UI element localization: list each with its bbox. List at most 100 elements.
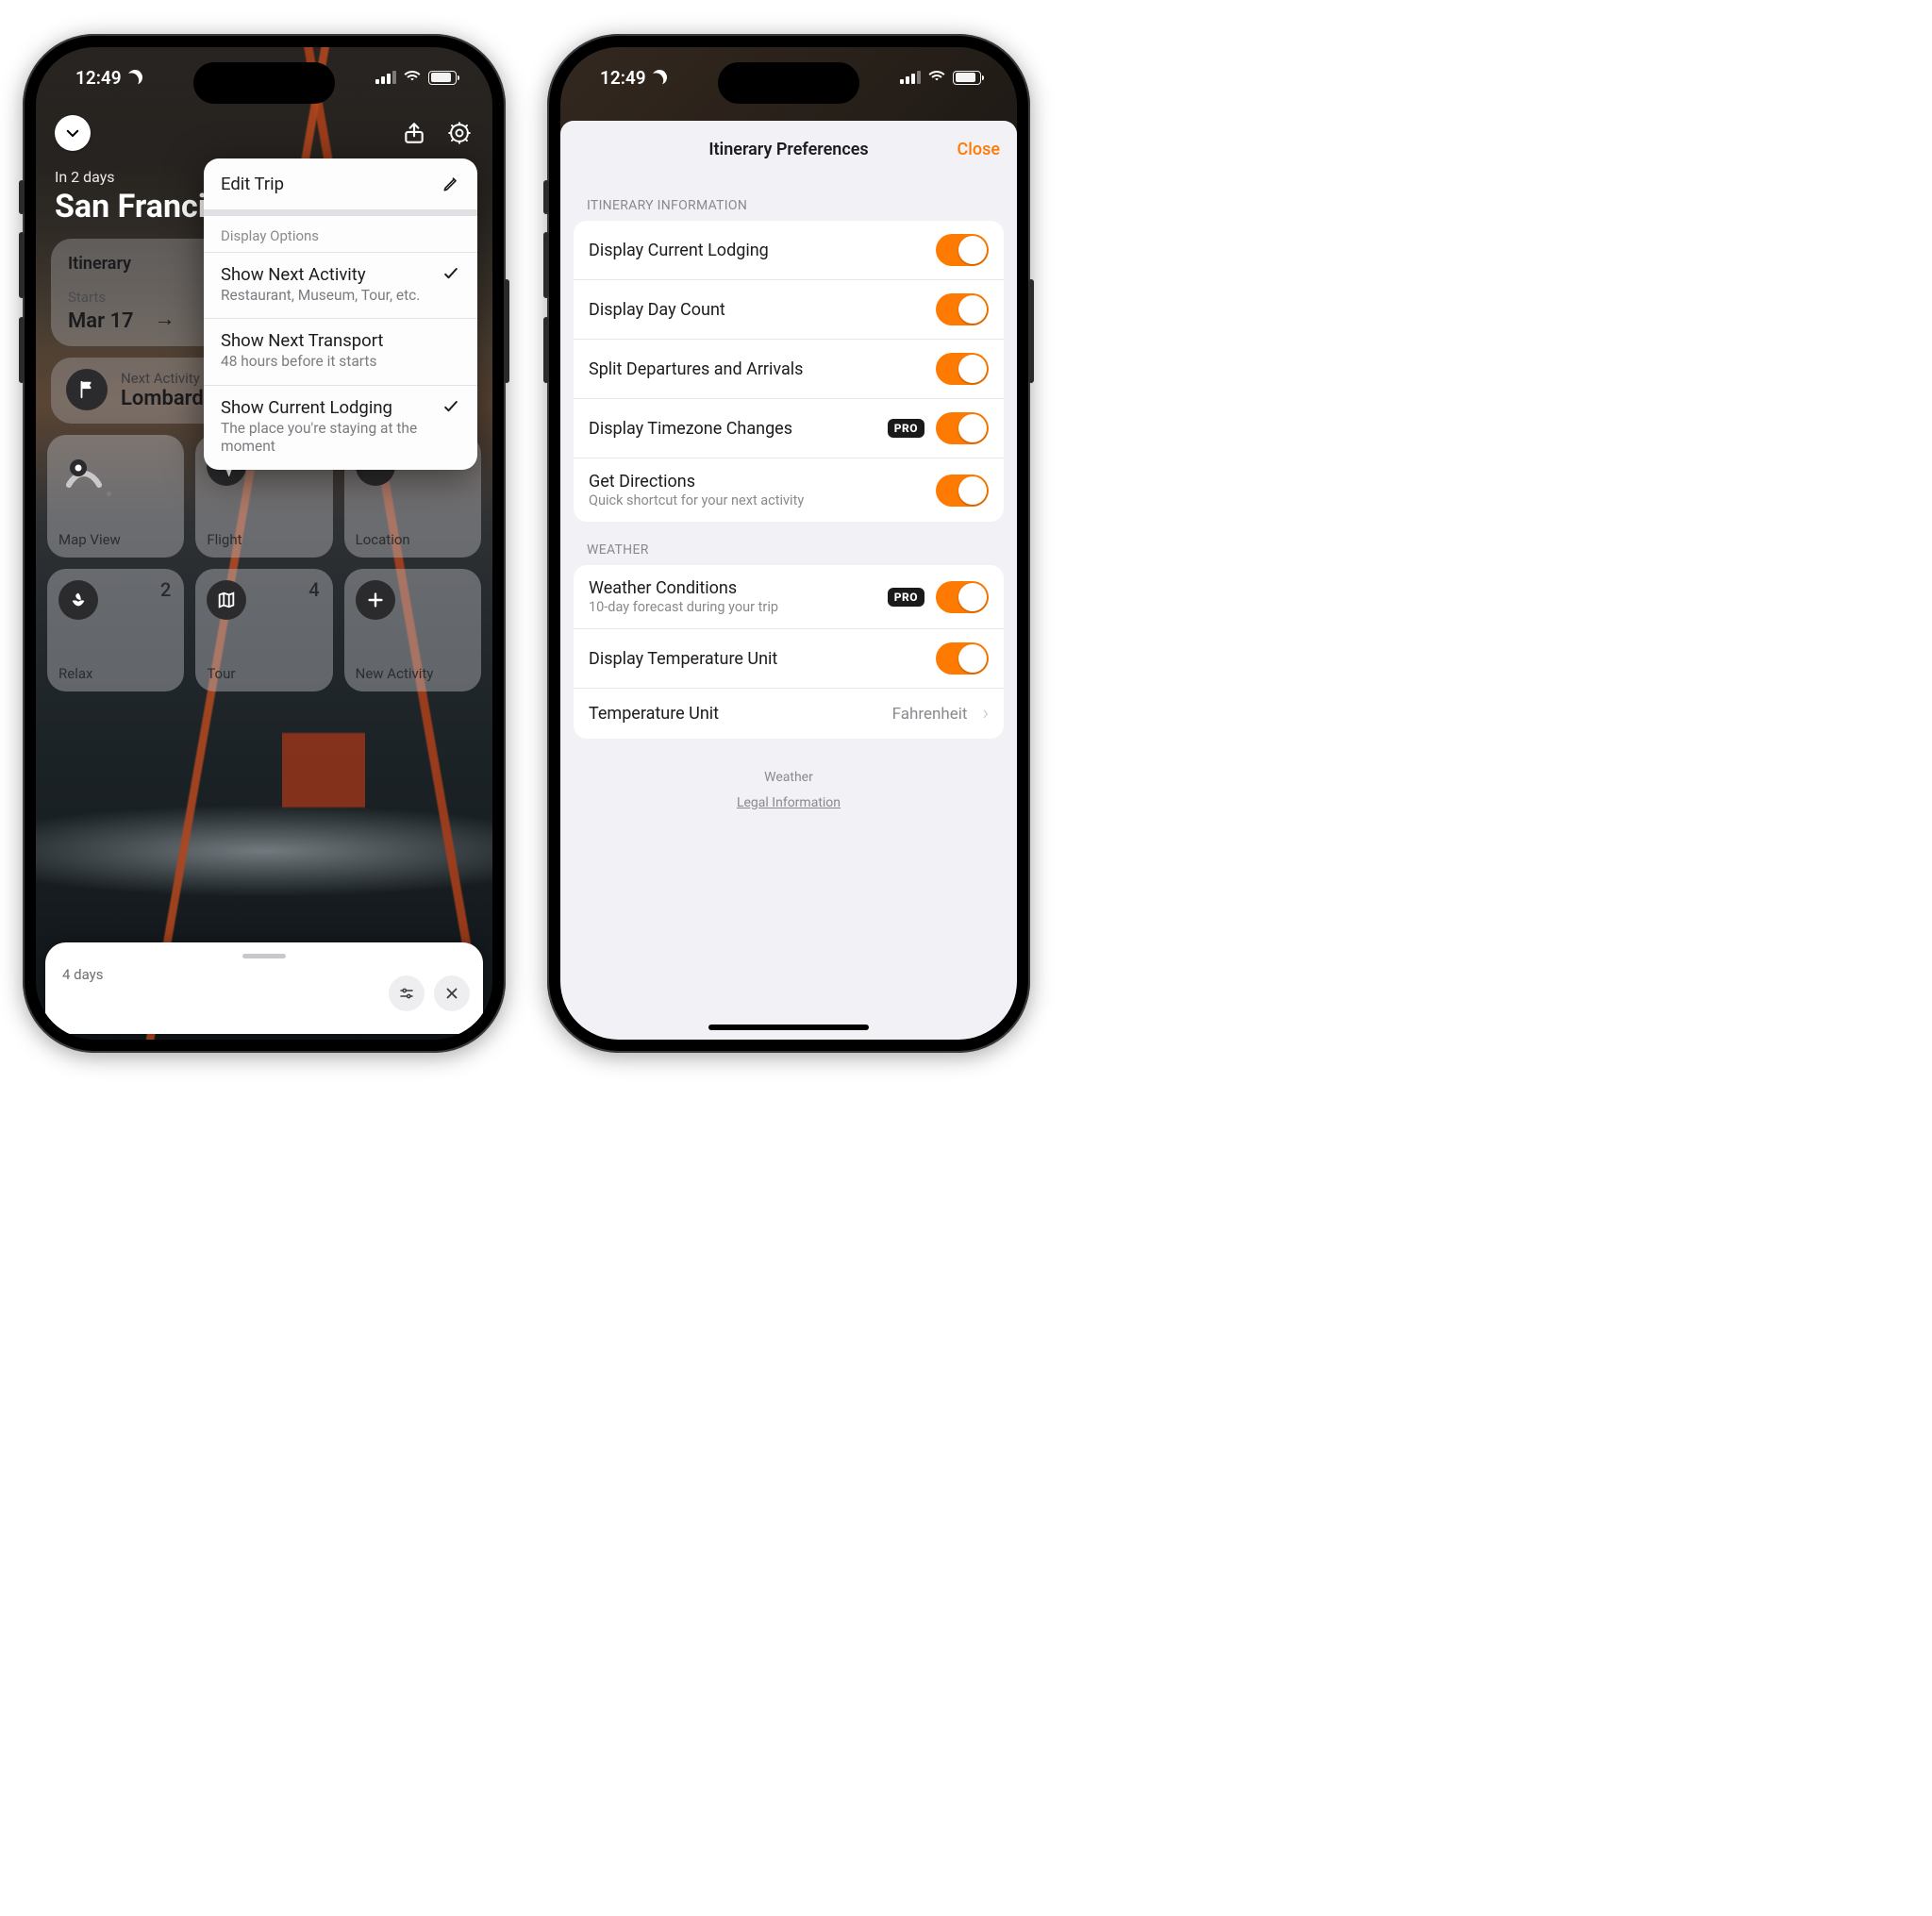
tile-label: Map View [58,531,173,548]
starts-value: Mar 17 [68,309,134,333]
dynamic-island [718,62,859,104]
toggle-switch[interactable] [936,412,989,444]
map-icon [207,580,246,620]
starts-label: Starts [68,289,134,306]
toggle-switch[interactable] [936,353,989,385]
dynamic-island [193,62,335,104]
menu-item-title: Show Next Activity [221,264,428,285]
pref-label: Get Directions [589,472,924,491]
toggle-switch[interactable] [936,234,989,266]
tile-label: Relax [58,665,173,682]
tile-relax[interactable]: 2 Relax [47,569,184,691]
tile-label: Location [356,531,470,548]
pref-display-day-count[interactable]: Display Day Count [574,279,1004,339]
pencil-icon [441,175,460,193]
gear-icon [447,121,472,145]
pref-display-timezone-changes[interactable]: Display Timezone Changes PRO [574,398,1004,458]
toggle-switch[interactable] [936,293,989,325]
menu-section-header: Display Options [204,216,477,252]
sheet-title: Itinerary Preferences [708,140,868,159]
tile-count: 2 [160,578,171,601]
device-right: 12:49 Itinerary Preferences Close Itiner… [547,34,1030,1053]
checkmark-icon [441,264,460,283]
menu-item-subtitle: Restaurant, Museum, Tour, etc. [221,287,428,305]
menu-item-edit-trip[interactable]: Edit Trip [204,158,477,209]
pref-split-departures-arrivals[interactable]: Split Departures and Arrivals [574,339,1004,398]
arrow-right-icon: → [155,307,175,333]
bottom-sheet[interactable]: 4 days Itinerary [45,942,483,1034]
activity-tiles: Map View Flight 4 Location 2 Relax 4 Tou… [47,435,481,691]
pro-badge: PRO [888,588,924,607]
flag-pin-icon [66,369,108,410]
chevron-right-icon: › [982,702,989,725]
device-left: 12:49 In 2 days San [23,34,506,1053]
list-weather: Weather Conditions 10-day forecast durin… [574,565,1004,739]
pref-label: Display Current Lodging [589,241,924,260]
home-indicator[interactable] [184,1025,344,1030]
pref-display-temperature-unit[interactable]: Display Temperature Unit [574,628,1004,688]
dnd-moon-icon [649,67,670,88]
close-sheet-button[interactable] [434,975,470,1011]
wifi-icon [403,71,422,84]
preferences-sheet: Itinerary Preferences Close Itinerary In… [560,121,1017,1040]
map-pin-icon [58,446,109,497]
pref-label: Split Departures and Arrivals [589,359,924,379]
menu-item-show-next-transport[interactable]: Show Next Transport 48 hours before it s… [204,318,477,384]
pref-value: Fahrenheit [892,705,968,724]
menu-item-label: Edit Trip [221,174,284,194]
battery-icon [428,71,457,85]
pref-weather-conditions[interactable]: Weather Conditions 10-day forecast durin… [574,565,1004,628]
tile-label: Flight [207,531,321,548]
tile-label: New Activity [356,665,470,682]
home-indicator[interactable] [708,1025,869,1030]
pref-label: Weather Conditions [589,578,876,598]
legal-information-link[interactable]: Legal Information [560,791,1017,816]
menu-item-title: Show Next Transport [221,330,428,351]
tile-tour[interactable]: 4 Tour [195,569,332,691]
pref-display-current-lodging[interactable]: Display Current Lodging [574,221,1004,279]
toggle-switch[interactable] [936,475,989,507]
plus-icon [356,580,395,620]
screen-preferences: 12:49 Itinerary Preferences Close Itiner… [560,47,1017,1040]
display-options-popover: Edit Trip Display Options Show Next Acti… [204,158,477,470]
status-time: 12:49 [600,67,646,89]
sliders-icon [398,985,415,1002]
spa-lotus-icon [58,580,98,620]
close-button[interactable]: Close [958,140,1000,159]
toggle-switch[interactable] [936,642,989,675]
pref-label: Display Temperature Unit [589,649,924,669]
cellular-signal-icon [900,71,921,84]
filters-button[interactable] [389,975,425,1011]
menu-item-title: Show Current Lodging [221,397,428,418]
section-header-itinerary: Itinerary Information [560,177,1017,221]
menu-item-show-next-activity[interactable]: Show Next Activity Restaurant, Museum, T… [204,252,477,318]
menu-item-subtitle: 48 hours before it starts [221,353,428,371]
section-header-weather: Weather [560,522,1017,565]
tile-new-activity[interactable]: New Activity [344,569,481,691]
pref-temperature-unit[interactable]: Temperature Unit Fahrenheit › [574,688,1004,739]
list-itinerary-info: Display Current Lodging Display Day Coun… [574,221,1004,522]
pref-label: Temperature Unit [589,704,881,724]
menu-item-subtitle: The place you're staying at the moment [221,420,428,457]
grabber[interactable] [242,954,286,958]
battery-icon [953,71,981,85]
checkmark-icon [441,397,460,416]
pref-label: Display Timezone Changes [589,419,876,439]
settings-button[interactable] [447,121,472,149]
pref-label: Display Day Count [589,300,924,320]
share-button[interactable] [402,121,426,149]
screen-itinerary: 12:49 In 2 days San [36,47,492,1040]
footer-brand: Weather [764,770,813,785]
tile-map-view[interactable]: Map View [47,435,184,558]
cellular-signal-icon [375,71,396,84]
collapse-button[interactable] [55,115,91,151]
tile-label: Tour [207,665,321,682]
chevron-down-icon [64,125,81,142]
tile-count: 4 [308,578,319,601]
weather-attribution-footer: Weather Legal Information [560,765,1017,815]
toggle-switch[interactable] [936,581,989,613]
menu-item-show-current-lodging[interactable]: Show Current Lodging The place you're st… [204,385,477,470]
status-time: 12:49 [75,67,122,89]
pref-get-directions[interactable]: Get Directions Quick shortcut for your n… [574,458,1004,522]
pref-subtitle: Quick shortcut for your next activity [589,492,924,508]
